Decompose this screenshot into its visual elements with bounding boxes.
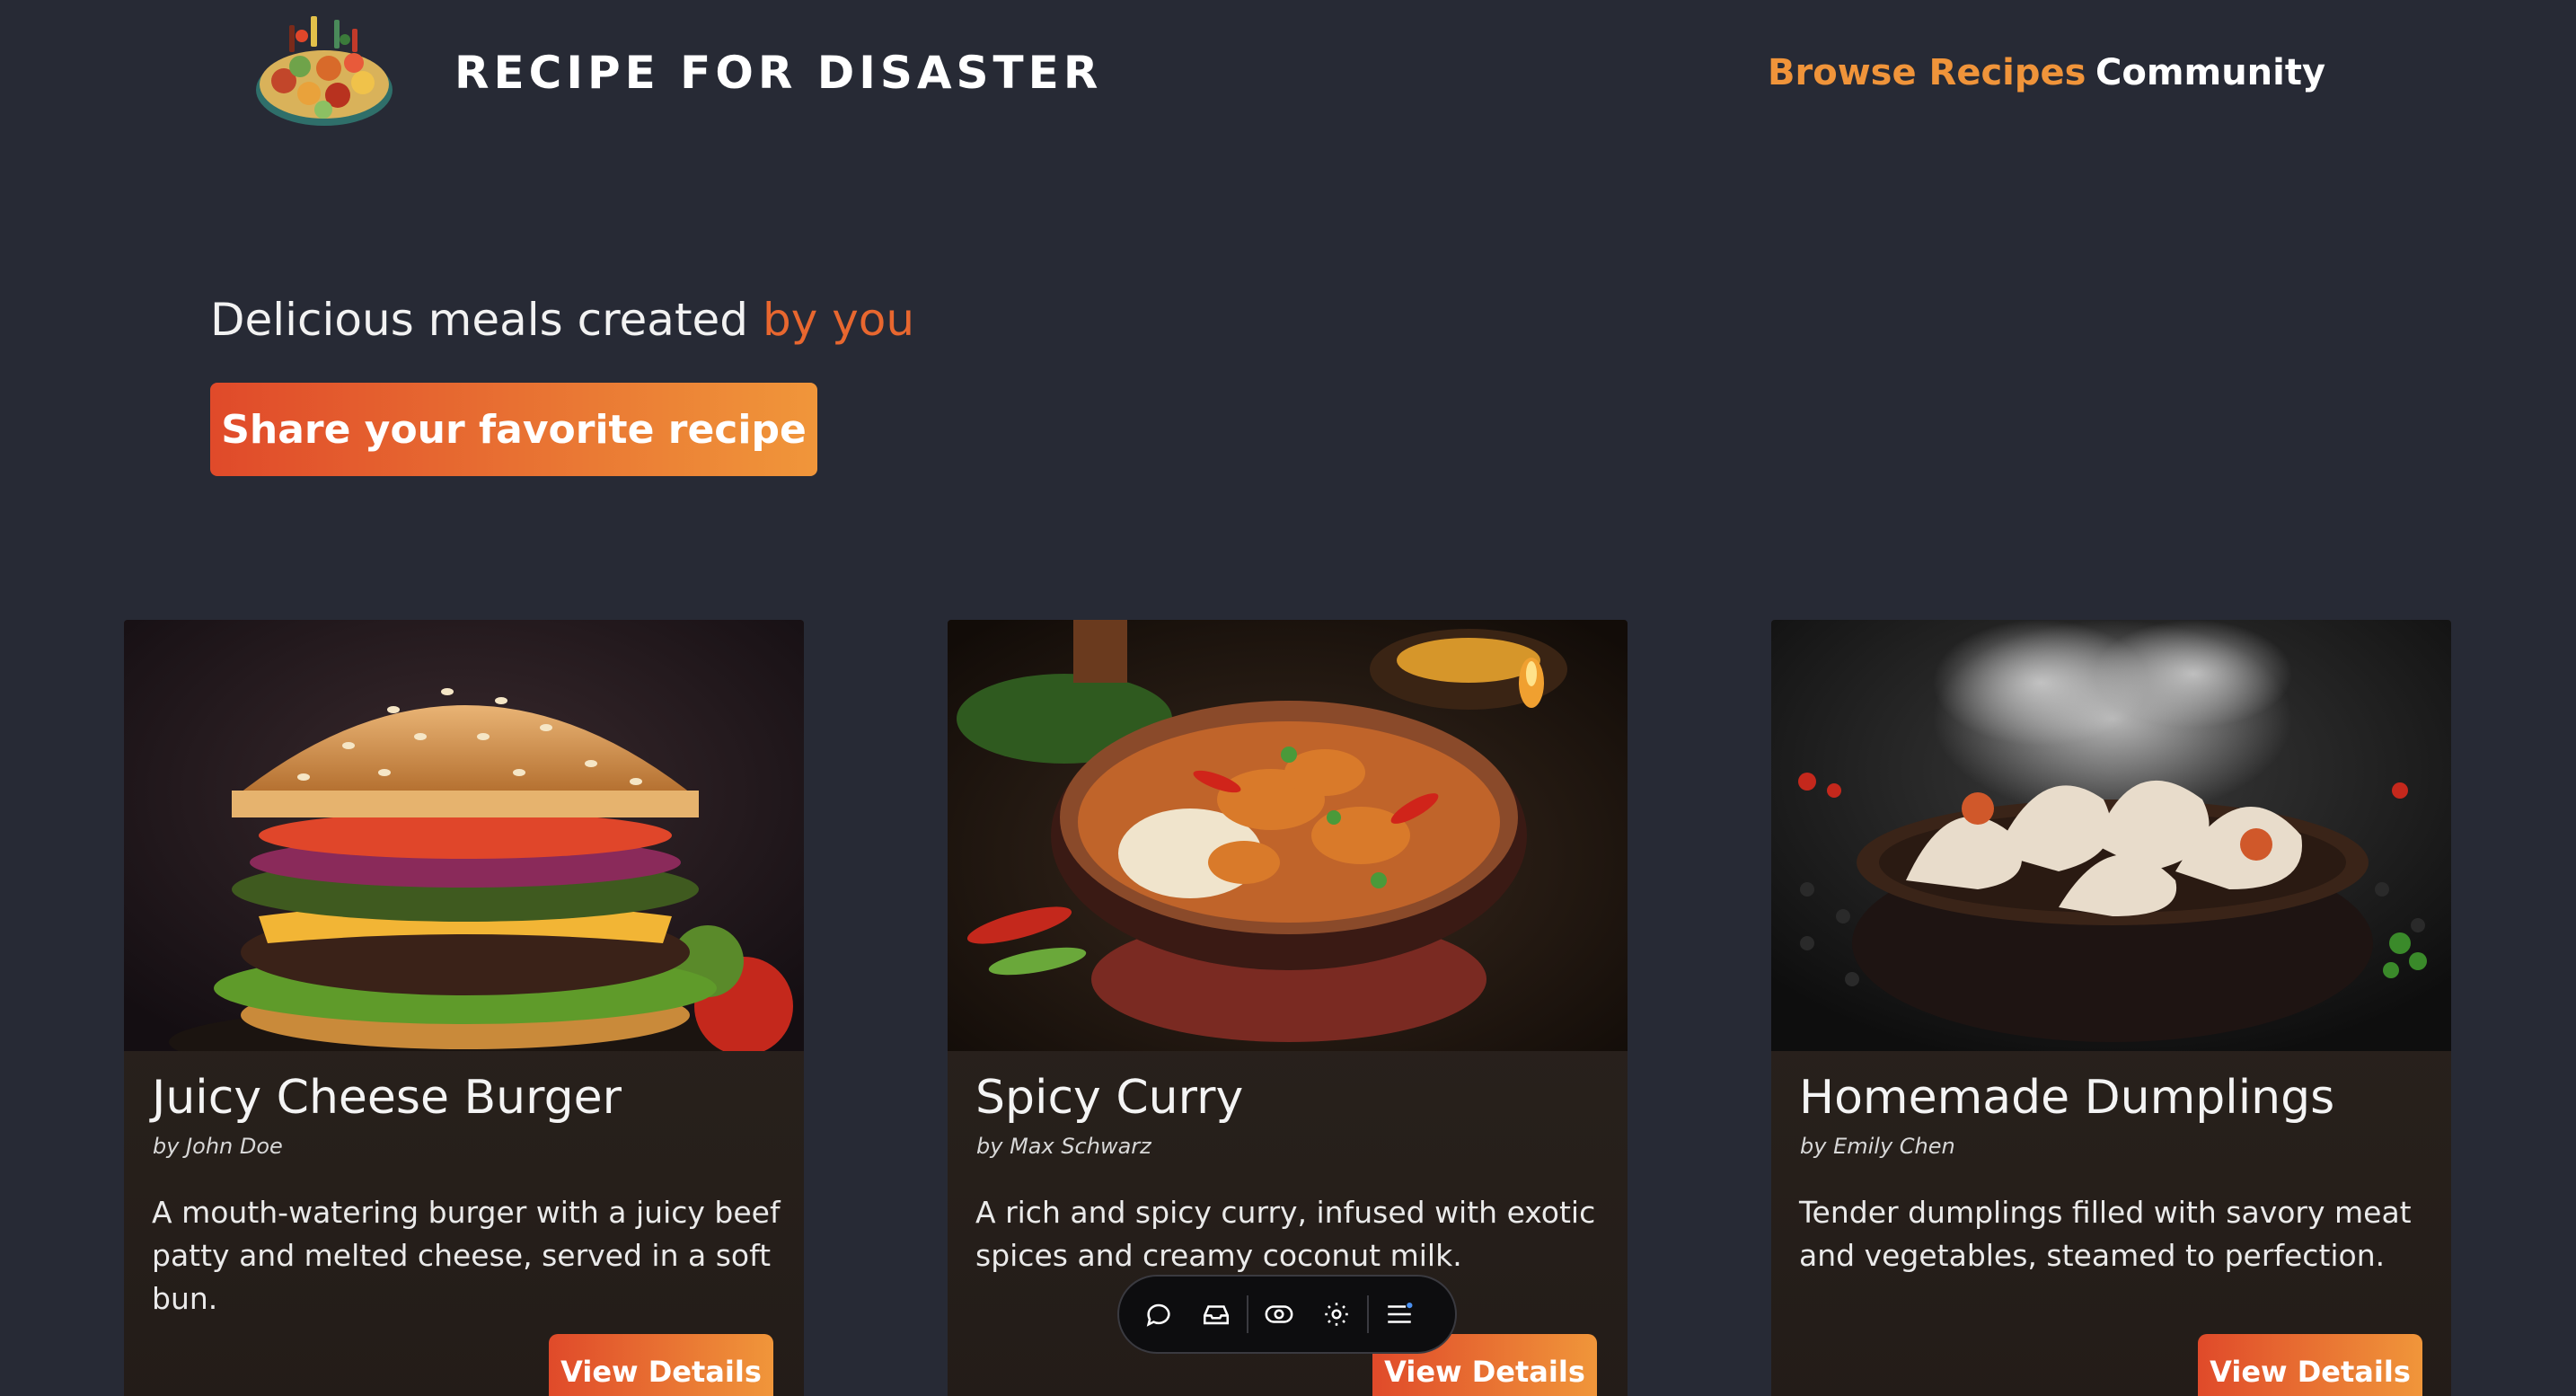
tagline-accent: by you <box>762 294 915 346</box>
recipe-description: Tender dumplings filled with savory meat… <box>1799 1195 2412 1273</box>
tagline: Delicious meals created by you <box>210 294 914 346</box>
food-platter-logo[interactable] <box>248 4 401 137</box>
recipe-card[interactable]: Homemade Dumplings by Emily Chen Tender … <box>1771 620 2451 1396</box>
eye-icon[interactable] <box>1259 1294 1299 1334</box>
recipe-author: by John Doe <box>153 1134 283 1159</box>
recipe-title: Spicy Curry <box>975 1071 1244 1125</box>
site-title[interactable]: RECIPE FOR DISASTER <box>454 47 1102 99</box>
recipe-card[interactable]: Juicy Cheese Burger by John Doe A mouth-… <box>124 620 804 1396</box>
recipe-description: A mouth-watering burger with a juicy bee… <box>152 1195 781 1316</box>
share-recipe-button[interactable]: Share your favorite recipe <box>210 383 817 476</box>
page: RECIPE FOR DISASTER Browse Recipes Commu… <box>0 0 2576 1396</box>
nav-browse-recipes[interactable]: Browse Recipes <box>1768 52 2086 93</box>
view-details-button[interactable]: View Details <box>2198 1334 2422 1396</box>
comment-icon[interactable] <box>1139 1294 1178 1334</box>
recipe-description: A rich and spicy curry, infused with exo… <box>975 1195 1596 1273</box>
dumplings-photo <box>1771 620 2451 1051</box>
recipe-title: Juicy Cheese Burger <box>152 1071 622 1125</box>
tagline-main: Delicious meals created <box>210 294 749 346</box>
nav-community[interactable]: Community <box>2095 52 2325 93</box>
recipe-author: by Max Schwarz <box>976 1134 1151 1159</box>
settings-icon[interactable] <box>1317 1294 1356 1334</box>
view-details-button[interactable]: View Details <box>549 1334 773 1396</box>
recipe-author: by Emily Chen <box>1800 1134 1955 1159</box>
recipe-title: Homemade Dumplings <box>1799 1071 2335 1125</box>
inbox-icon[interactable] <box>1196 1294 1236 1334</box>
cheeseburger-photo <box>124 620 804 1051</box>
menu-icon[interactable] <box>1380 1294 1419 1334</box>
floating-toolbar <box>1117 1275 1457 1354</box>
curry-photo <box>948 620 1628 1051</box>
